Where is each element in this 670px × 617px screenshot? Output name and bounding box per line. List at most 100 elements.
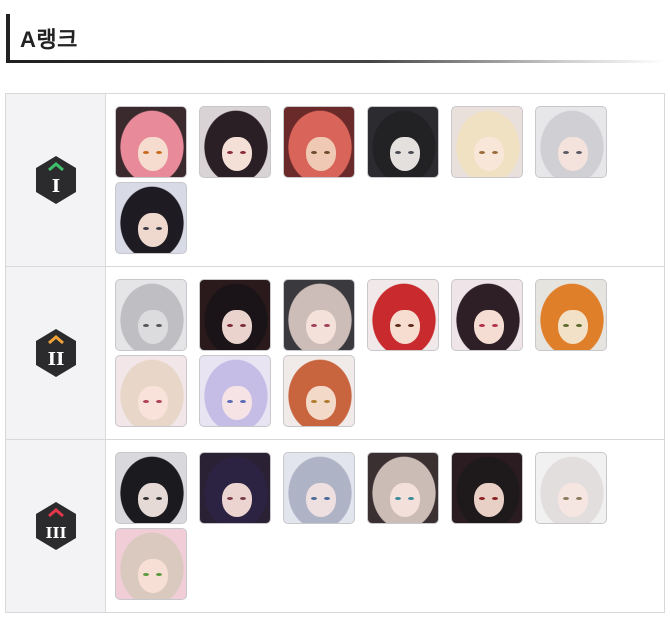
character-portrait[interactable] <box>199 106 271 178</box>
portrait-face <box>222 386 252 420</box>
portrait-eye <box>563 497 569 500</box>
portrait-grid <box>106 94 664 266</box>
portrait-eye <box>492 324 498 327</box>
character-portrait[interactable] <box>367 452 439 524</box>
tier-label-cell: I <box>6 94 106 266</box>
character-portrait[interactable] <box>199 279 271 351</box>
character-portrait[interactable] <box>283 452 355 524</box>
character-portrait[interactable] <box>115 182 187 254</box>
portrait-face <box>390 137 420 171</box>
character-portrait[interactable] <box>535 452 607 524</box>
tier-3-hexagon-icon: III <box>35 502 76 550</box>
character-portrait[interactable] <box>115 528 187 600</box>
character-portrait[interactable] <box>535 106 607 178</box>
portrait-eye <box>492 151 498 154</box>
portrait-eye <box>563 151 569 154</box>
portrait-face <box>138 559 168 593</box>
portrait-eye <box>156 400 162 403</box>
character-portrait[interactable] <box>199 355 271 427</box>
portrait-eye <box>479 324 485 327</box>
portrait-eye <box>576 324 582 327</box>
portrait-face <box>138 386 168 420</box>
section-heading: A랭크 <box>6 14 666 63</box>
portrait-eye <box>479 151 485 154</box>
portrait-grid <box>106 440 664 612</box>
portrait-face <box>306 310 336 344</box>
heading-accent-bar <box>6 14 10 62</box>
portrait-eye <box>324 497 330 500</box>
tier-numeral: III <box>45 524 66 542</box>
portrait-grid <box>106 267 664 439</box>
portrait-face <box>306 386 336 420</box>
character-portrait[interactable] <box>115 355 187 427</box>
portrait-face <box>138 137 168 171</box>
portrait-eye <box>240 151 246 154</box>
portrait-eye <box>240 497 246 500</box>
tier-table: I II III <box>5 93 665 613</box>
portrait-face <box>306 137 336 171</box>
portrait-face <box>474 137 504 171</box>
character-portrait[interactable] <box>283 279 355 351</box>
portrait-face <box>474 310 504 344</box>
portrait-face <box>222 483 252 517</box>
portrait-eye <box>563 324 569 327</box>
tier-label-cell: II <box>6 267 106 439</box>
character-portrait[interactable] <box>283 106 355 178</box>
character-portrait[interactable] <box>115 106 187 178</box>
portrait-eye <box>324 324 330 327</box>
heading-underline <box>6 60 666 63</box>
tier-1-hexagon-icon: I <box>35 156 76 204</box>
portrait-eye <box>408 324 414 327</box>
tier-row: III <box>5 440 665 613</box>
portrait-face <box>390 310 420 344</box>
portrait-eye <box>227 400 233 403</box>
portrait-eye <box>408 151 414 154</box>
portrait-eye <box>479 497 485 500</box>
portrait-eye <box>395 324 401 327</box>
character-portrait[interactable] <box>367 106 439 178</box>
portrait-eye <box>143 573 149 576</box>
portrait-eye <box>143 227 149 230</box>
portrait-eye <box>311 324 317 327</box>
portrait-eye <box>156 573 162 576</box>
tier-label-cell: III <box>6 440 106 612</box>
portrait-face <box>558 137 588 171</box>
portrait-eye <box>227 151 233 154</box>
portrait-eye <box>227 497 233 500</box>
portrait-face <box>138 310 168 344</box>
portrait-eye <box>156 151 162 154</box>
tier-row: I <box>5 94 665 267</box>
portrait-eye <box>156 497 162 500</box>
character-portrait[interactable] <box>451 452 523 524</box>
tier-row: II <box>5 267 665 440</box>
character-portrait[interactable] <box>283 355 355 427</box>
character-portrait[interactable] <box>115 452 187 524</box>
portrait-eye <box>156 324 162 327</box>
portrait-eye <box>227 324 233 327</box>
portrait-eye <box>408 497 414 500</box>
section-title: A랭크 <box>20 27 78 52</box>
tier-numeral: II <box>47 349 64 370</box>
portrait-face <box>474 483 504 517</box>
portrait-eye <box>311 151 317 154</box>
portrait-face <box>558 310 588 344</box>
character-portrait[interactable] <box>367 279 439 351</box>
character-portrait[interactable] <box>451 106 523 178</box>
portrait-eye <box>143 324 149 327</box>
portrait-eye <box>240 324 246 327</box>
portrait-eye <box>143 400 149 403</box>
portrait-face <box>222 310 252 344</box>
portrait-eye <box>156 227 162 230</box>
portrait-eye <box>324 400 330 403</box>
portrait-face <box>138 213 168 247</box>
character-portrait[interactable] <box>199 452 271 524</box>
portrait-eye <box>311 400 317 403</box>
character-portrait[interactable] <box>535 279 607 351</box>
portrait-eye <box>324 151 330 154</box>
portrait-eye <box>395 497 401 500</box>
portrait-eye <box>395 151 401 154</box>
portrait-eye <box>576 151 582 154</box>
character-portrait[interactable] <box>451 279 523 351</box>
character-portrait[interactable] <box>115 279 187 351</box>
tier-2-hexagon-icon: II <box>35 329 76 377</box>
